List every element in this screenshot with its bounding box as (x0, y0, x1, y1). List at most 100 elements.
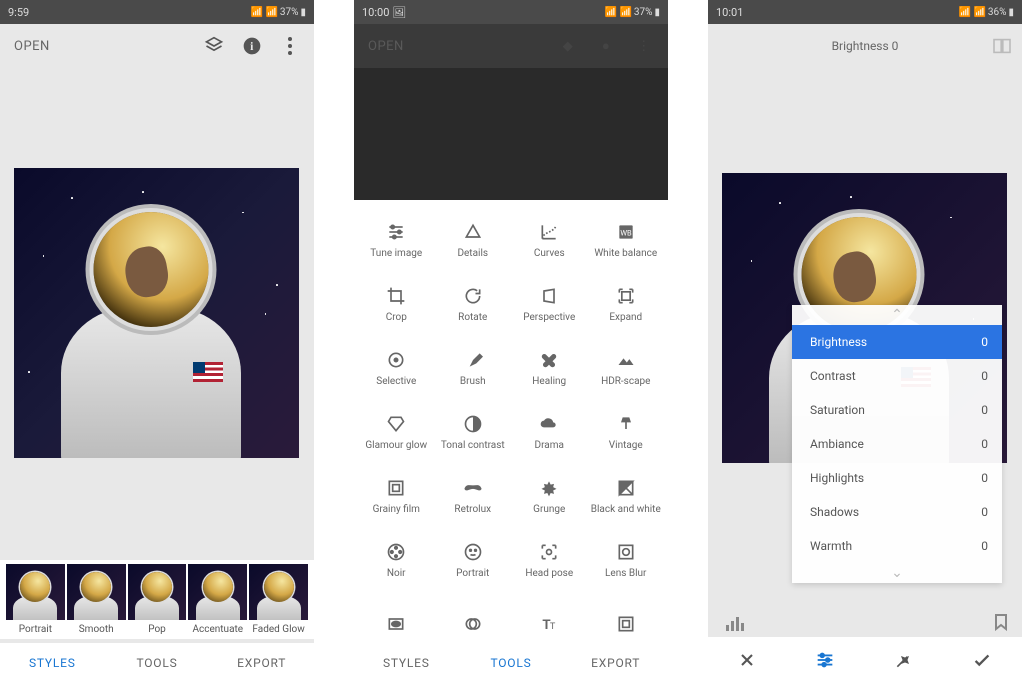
screen-styles: 9:59 📶 📶 37% ▮ OPEN i Portrait Smooth Po… (0, 0, 314, 683)
tab-tools[interactable]: TOOLS (459, 643, 564, 683)
diamond-icon (385, 413, 407, 435)
tool-more-2[interactable] (435, 592, 512, 643)
tool-noir[interactable]: Noir (358, 528, 435, 592)
tool-portrait[interactable]: Portrait (435, 528, 512, 592)
crop-icon (385, 285, 407, 307)
tool-details[interactable]: Details (435, 208, 512, 272)
compare-icon[interactable] (992, 38, 1012, 54)
tool-grainy[interactable]: Grainy film (358, 464, 435, 528)
tool-grunge[interactable]: Grunge (511, 464, 588, 528)
bottom-tabs: STYLES TOOLS EXPORT (354, 643, 668, 683)
curves-icon (538, 221, 560, 243)
tool-drama[interactable]: Drama (511, 400, 588, 464)
tool-selective[interactable]: Selective (358, 336, 435, 400)
svg-text:WB: WB (620, 228, 632, 237)
param-ambiance[interactable]: Ambiance0 (792, 427, 1002, 461)
tab-export[interactable]: EXPORT (209, 643, 314, 683)
tool-hdr[interactable]: HDR-scape (588, 336, 665, 400)
tool-healing[interactable]: Healing (511, 336, 588, 400)
aperture-icon (615, 541, 637, 563)
tool-lensblur[interactable]: Lens Blur (588, 528, 665, 592)
status-battery: 📶 📶 37% ▮ (251, 7, 306, 18)
tab-styles[interactable]: STYLES (0, 643, 105, 683)
astronaut-figure (51, 212, 251, 458)
tool-curves[interactable]: Curves (511, 208, 588, 272)
tool-white-balance[interactable]: WBWhite balance (588, 208, 665, 272)
splat-icon (538, 477, 560, 499)
status-bar: 10:01 📶 📶 36% ▮ (708, 0, 1022, 24)
tune-header: Brightness 0 (708, 24, 1022, 68)
reel-icon (385, 541, 407, 563)
layers-icon[interactable] (204, 36, 224, 56)
tool-expand[interactable]: Expand (588, 272, 665, 336)
target-icon (385, 349, 407, 371)
param-brightness[interactable]: Brightness0 (792, 325, 1002, 359)
tab-tools[interactable]: TOOLS (105, 643, 210, 683)
tool-retrolux[interactable]: Retrolux (435, 464, 512, 528)
param-warmth[interactable]: Warmth0 (792, 529, 1002, 563)
tool-tune-image[interactable]: Tune image (358, 208, 435, 272)
tool-rotate[interactable]: Rotate (435, 272, 512, 336)
tool-glamour[interactable]: Glamour glow (358, 400, 435, 464)
perspective-icon (538, 285, 560, 307)
screen-tools: 10:00 🖼 📶 📶 37% ▮ OPEN ◆ ● ⋮ Tune image … (354, 0, 668, 683)
rotate-icon (462, 285, 484, 307)
bw-icon (615, 477, 637, 499)
double-circle-icon (462, 613, 484, 635)
tab-styles[interactable]: STYLES (354, 643, 459, 683)
headpose-icon (538, 541, 560, 563)
tab-export[interactable]: EXPORT (563, 643, 668, 683)
style-smooth[interactable]: Smooth (67, 564, 126, 635)
tool-perspective[interactable]: Perspective (511, 272, 588, 336)
histogram-icon[interactable] (726, 617, 744, 631)
tools-grid: Tune image Details Curves WBWhite balanc… (354, 200, 668, 643)
tool-more-3[interactable]: TT (511, 592, 588, 643)
tool-bw[interactable]: Black and white (588, 464, 665, 528)
landscape-icon (615, 349, 637, 371)
param-shadows[interactable]: Shadows0 (792, 495, 1002, 529)
style-accentuate[interactable]: Accentuate (188, 564, 247, 635)
apply-button[interactable] (971, 649, 993, 671)
tool-more-4[interactable] (588, 592, 665, 643)
chevron-up-icon[interactable]: ⌃ (792, 305, 1002, 325)
svg-text:T: T (550, 622, 556, 632)
bookmark-icon[interactable] (994, 613, 1008, 631)
tool-tonal[interactable]: Tonal contrast (435, 400, 512, 464)
adjust-button[interactable] (814, 649, 836, 671)
chevron-down-icon[interactable]: ⌄ (792, 563, 1002, 583)
open-button[interactable]: OPEN (368, 39, 404, 54)
param-saturation[interactable]: Saturation0 (792, 393, 1002, 427)
text-icon: TT (538, 613, 560, 635)
auto-button[interactable] (894, 650, 914, 670)
style-portrait[interactable]: Portrait (6, 564, 65, 635)
style-pop[interactable]: Pop (128, 564, 187, 635)
tune-parameters: ⌃ Brightness0 Contrast0 Saturation0 Ambi… (792, 305, 1002, 583)
top-bar: OPEN i (0, 24, 314, 68)
face-icon (462, 541, 484, 563)
triangle-icon (462, 221, 484, 243)
tool-brush[interactable]: Brush (435, 336, 512, 400)
info-icon: ● (596, 36, 616, 56)
status-battery: 📶 📶 36% ▮ (959, 7, 1014, 18)
styles-row: Portrait Smooth Pop Accentuate Faded Glo… (0, 560, 314, 639)
cloud-icon (538, 413, 560, 435)
layers-icon: ◆ (558, 36, 578, 56)
cancel-button[interactable] (737, 650, 757, 670)
open-button[interactable]: OPEN (14, 39, 50, 54)
info-icon[interactable]: i (242, 36, 262, 56)
param-highlights[interactable]: Highlights0 (792, 461, 1002, 495)
wb-icon: WB (615, 221, 637, 243)
style-faded-glow[interactable]: Faded Glow (249, 564, 308, 635)
brush-icon (462, 349, 484, 371)
param-contrast[interactable]: Contrast0 (792, 359, 1002, 393)
tool-crop[interactable]: Crop (358, 272, 435, 336)
mustache-icon (462, 477, 484, 499)
tool-vintage[interactable]: Vintage (588, 400, 665, 464)
main-image[interactable] (14, 168, 299, 458)
overflow-icon[interactable] (280, 36, 300, 56)
expand-icon (615, 285, 637, 307)
overflow-icon: ⋮ (634, 36, 654, 56)
tool-more-1[interactable] (358, 592, 435, 643)
frame-icon (615, 613, 637, 635)
tool-headpose[interactable]: Head pose (511, 528, 588, 592)
